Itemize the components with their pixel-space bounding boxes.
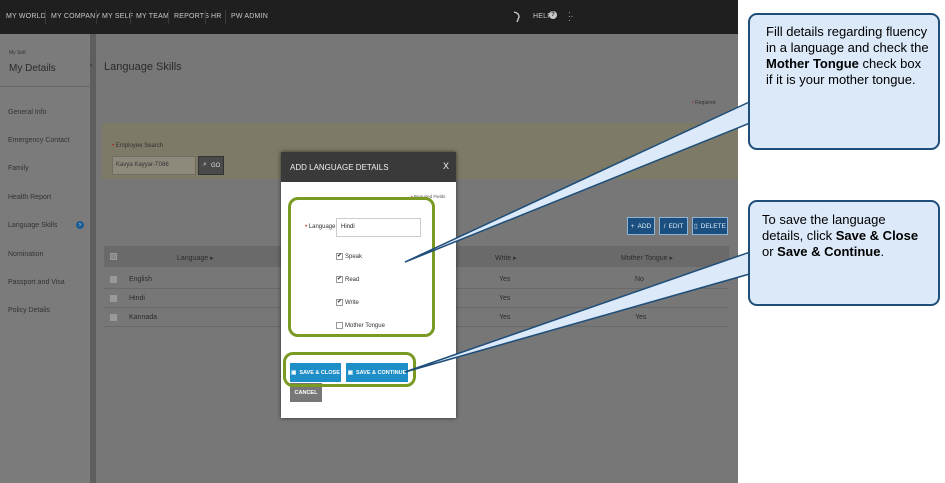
fluency-callout-bold: Mother Tongue: [766, 56, 859, 71]
save-callout-bold-2: Save & Continue: [777, 244, 881, 259]
save-callout-pointer: [404, 249, 754, 373]
fluency-callout-text: Fill details regarding fluency in a lang…: [766, 24, 929, 55]
fluency-callout-pointer: [404, 95, 761, 263]
save-callout-bold-1: Save & Close: [835, 228, 919, 243]
save-callout-text-end: .: [880, 244, 885, 259]
fluency-callout: Fill details regarding fluency in a lang…: [748, 13, 940, 150]
save-callout: To save the language details, click Save…: [748, 200, 940, 306]
save-callout-text-mid: or: [762, 244, 778, 259]
